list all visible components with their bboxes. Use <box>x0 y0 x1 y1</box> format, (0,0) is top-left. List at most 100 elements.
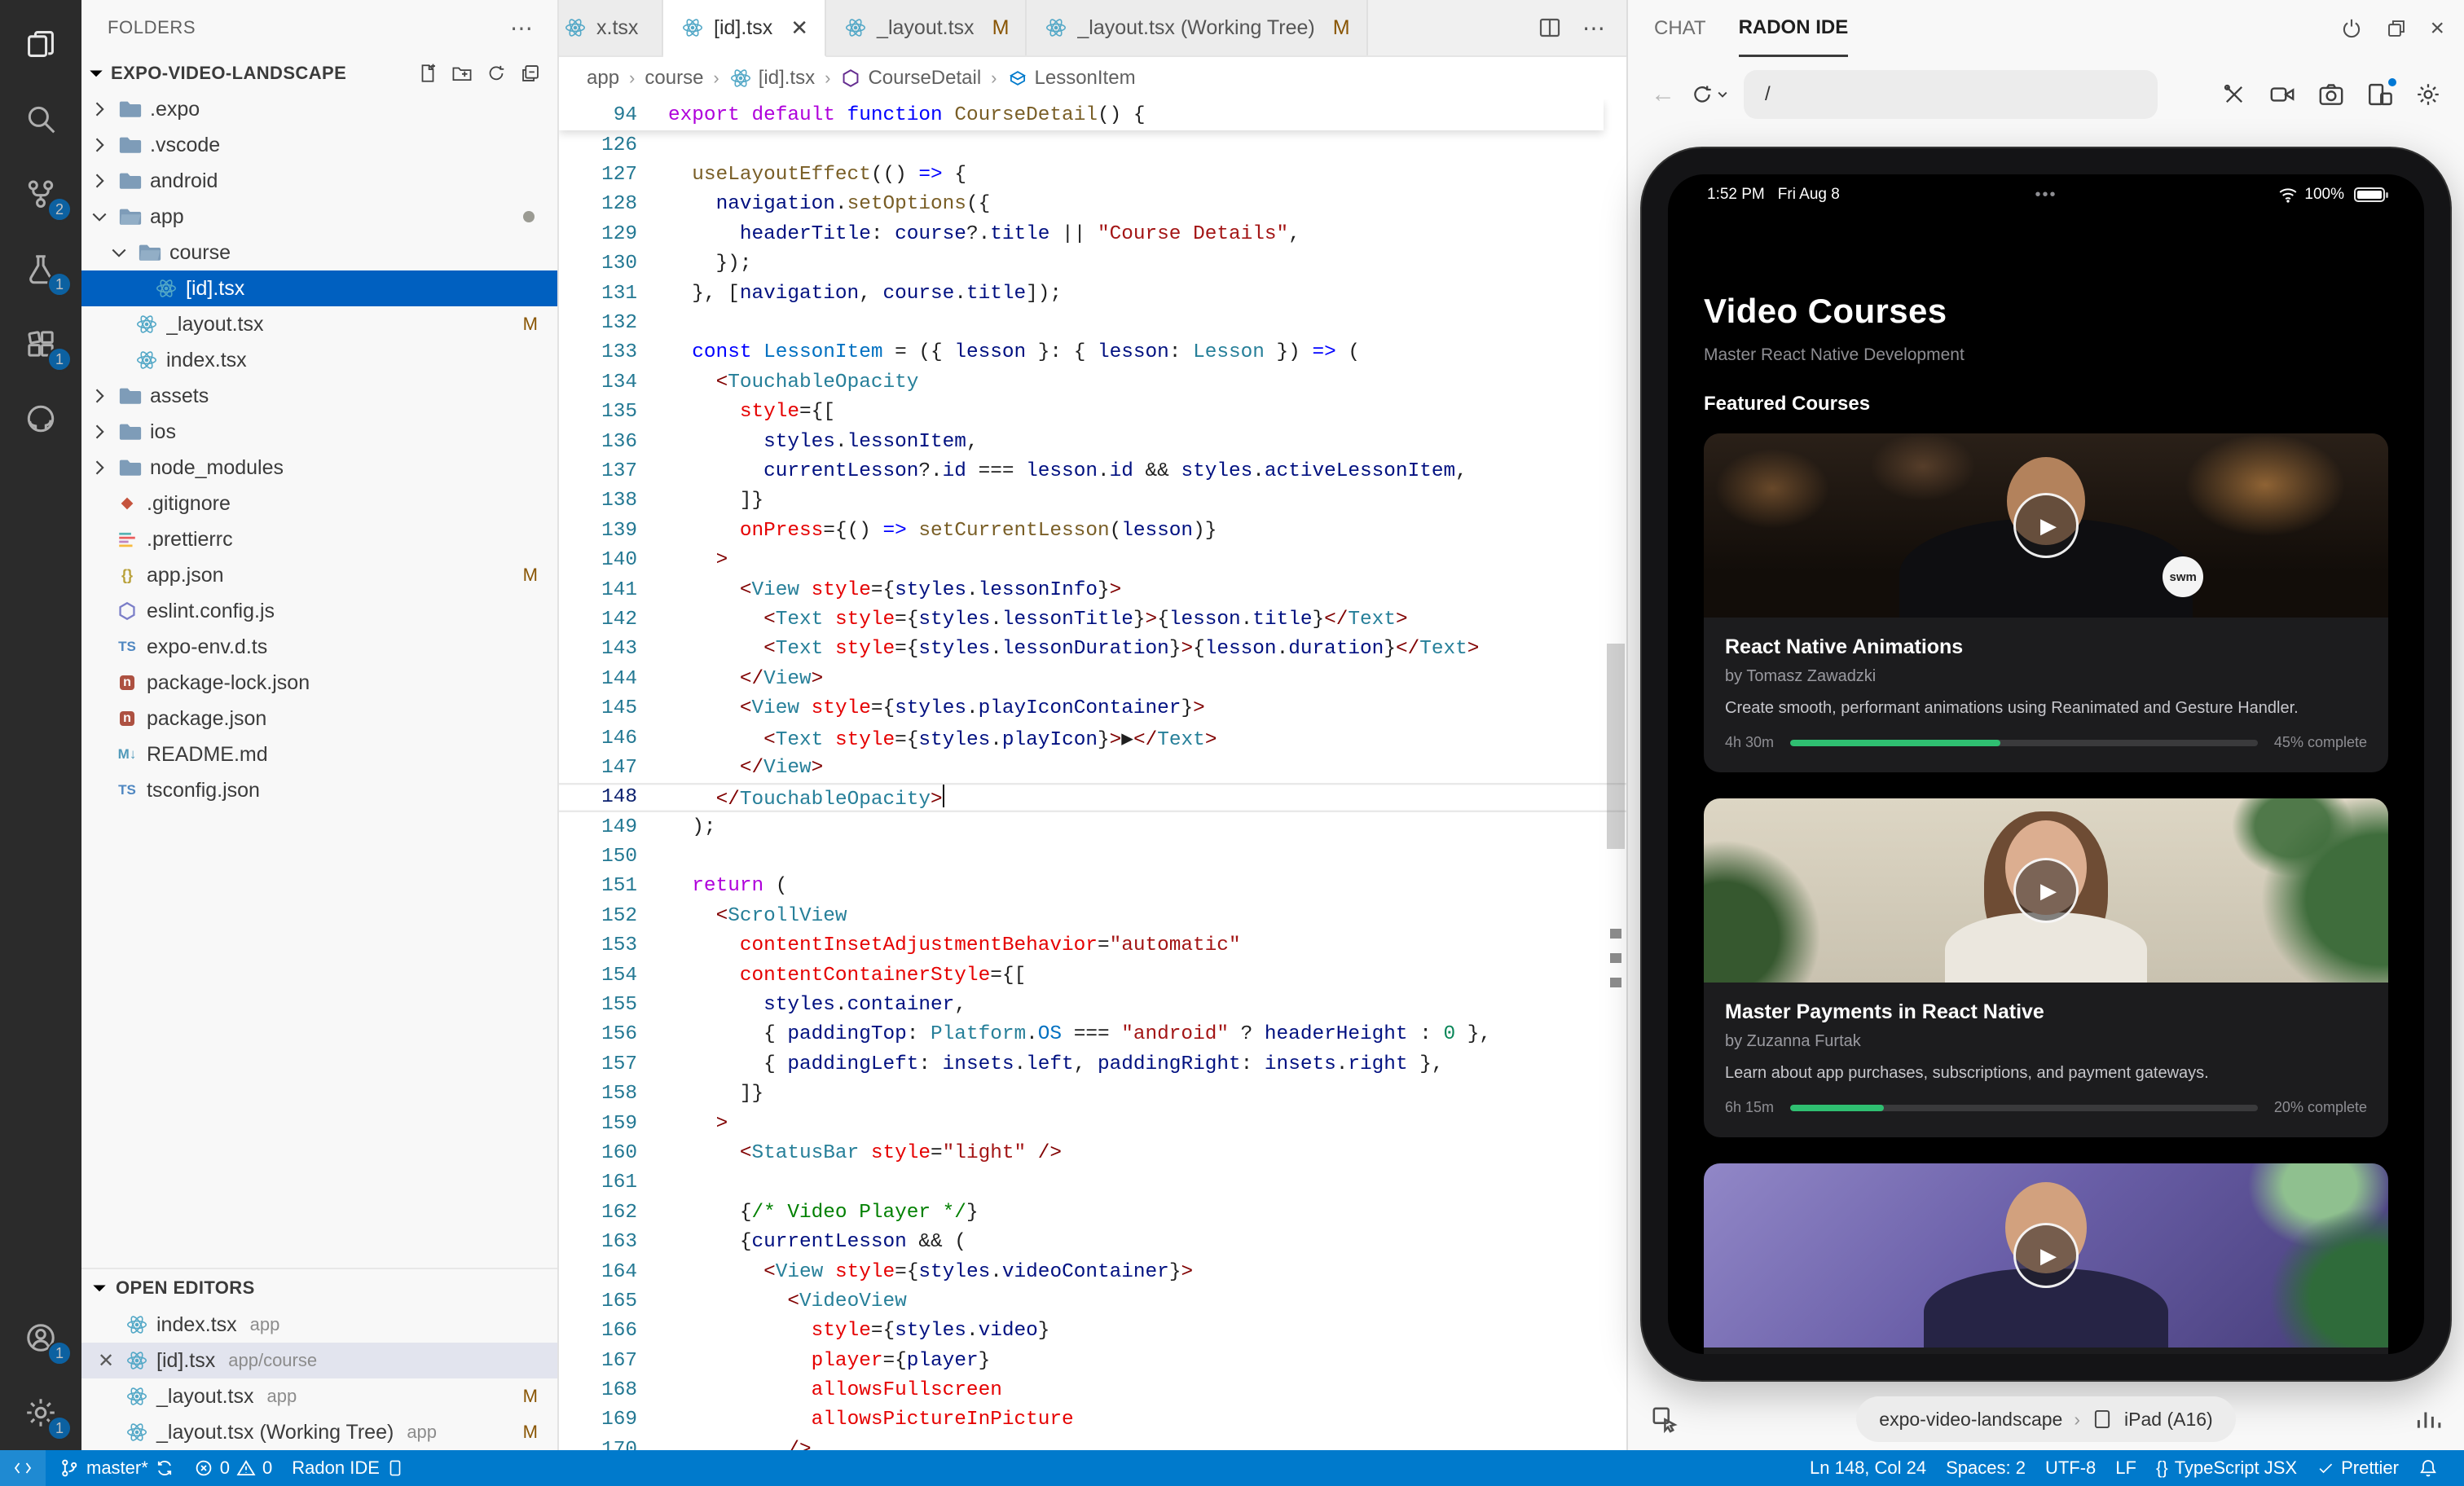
play-button-icon[interactable]: ▶ <box>2013 1223 2079 1288</box>
editor-tab[interactable]: x.tsx <box>559 0 663 55</box>
code-line[interactable]: 137 currentLesson?.id === lesson.id && s… <box>559 456 1626 486</box>
more-actions-icon[interactable]: ⋯ <box>510 15 535 42</box>
power-icon[interactable] <box>2340 17 2363 40</box>
radon-ide-status[interactable]: Radon IDE <box>282 1450 414 1486</box>
tab-chat[interactable]: CHAT <box>1654 0 1706 57</box>
status-item[interactable]: Spaces: 2 <box>1936 1457 2035 1479</box>
scrollbar-thumb[interactable] <box>1607 644 1625 849</box>
breadcrumb-item[interactable]: CourseDetail <box>840 67 981 90</box>
close-icon[interactable]: ✕ <box>95 1349 117 1373</box>
code-line[interactable]: 165 <VideoView <box>559 1286 1626 1316</box>
activity-github-icon[interactable] <box>0 381 81 456</box>
code-line[interactable]: 162 {/* Video Player */} <box>559 1198 1626 1227</box>
course-card[interactable]: ▶Performance Optimization in React Nativ… <box>1704 1163 2388 1354</box>
editor-scrollbar[interactable] <box>1604 99 1626 1450</box>
breadcrumb-item[interactable]: app <box>587 67 619 90</box>
split-editor-icon[interactable] <box>1537 15 1563 41</box>
activity-source-control-icon[interactable]: 2 <box>0 156 81 231</box>
record-video-icon[interactable] <box>2268 81 2296 108</box>
tab-radon-ide[interactable]: RADON IDE <box>1739 0 1849 57</box>
reload-button[interactable] <box>1690 82 1729 107</box>
tree-item[interactable]: .gitignore <box>81 486 557 521</box>
device-selector[interactable]: expo-video-landscape › iPad (A16) <box>1856 1396 2235 1442</box>
activity-settings-gear-icon[interactable]: 1 <box>0 1375 81 1450</box>
restore-icon[interactable] <box>2386 18 2407 39</box>
new-file-icon[interactable] <box>417 63 438 84</box>
tree-item[interactable]: eslint.config.js <box>81 593 557 629</box>
play-button-icon[interactable]: ▶ <box>2013 493 2079 558</box>
back-icon[interactable]: ← <box>1651 81 1675 108</box>
code-line[interactable]: 132 <box>559 308 1626 337</box>
status-item[interactable]: Ln 148, Col 24 <box>1800 1457 1936 1479</box>
code-line[interactable]: 167 player={player} <box>559 1346 1626 1375</box>
problems-status[interactable]: 0 0 <box>184 1450 283 1486</box>
editor-tab[interactable]: _layout.tsxM <box>826 0 1027 55</box>
settings-gear-icon[interactable] <box>2415 81 2441 108</box>
open-editor-item[interactable]: index.tsxapp <box>81 1307 557 1343</box>
code-line[interactable]: 156 { paddingTop: Platform.OS === "andro… <box>559 1020 1626 1049</box>
code-line[interactable]: 142 <Text style={styles.lessonTitle}>{le… <box>559 605 1626 634</box>
course-card[interactable]: ▶swmReact Native Animationsby Tomasz Zaw… <box>1704 433 2388 772</box>
tree-item[interactable]: android <box>81 163 557 199</box>
code-line[interactable]: 157 { paddingLeft: insets.left, paddingR… <box>559 1049 1626 1079</box>
status-item[interactable]: LF <box>2105 1457 2146 1479</box>
more-actions-icon[interactable]: ⋯ <box>1582 15 1607 42</box>
code-line[interactable]: 170 /> <box>559 1435 1626 1450</box>
code-line[interactable]: 146 <Text style={styles.playIcon}>▶</Tex… <box>559 723 1626 753</box>
device-screen[interactable]: 1:52 PM Fri Aug 8 ••• 100% Video Courses… <box>1668 174 2424 1354</box>
open-editor-item[interactable]: _layout.tsxappM <box>81 1378 557 1414</box>
url-bar[interactable]: / <box>1744 70 2158 119</box>
code-line[interactable]: 136 styles.lessonItem, <box>559 427 1626 456</box>
code-line[interactable]: 134 <TouchableOpacity <box>559 367 1626 397</box>
code-line[interactable]: 133 const LessonItem = ({ lesson }: { le… <box>559 338 1626 367</box>
code-line[interactable]: 153 contentInsetAdjustmentBehavior="auto… <box>559 931 1626 961</box>
code-line[interactable]: 150 <box>559 842 1626 871</box>
refresh-icon[interactable] <box>486 63 507 84</box>
tree-item[interactable]: course <box>81 235 557 270</box>
tree-item[interactable]: TStsconfig.json <box>81 772 557 808</box>
code-line[interactable]: 143 <Text style={styles.lessonDuration}>… <box>559 635 1626 664</box>
code-line[interactable]: 158 ]} <box>559 1079 1626 1109</box>
activity-search-icon[interactable] <box>0 81 81 156</box>
code-line[interactable]: 130 }); <box>559 249 1626 279</box>
tree-item[interactable]: ios <box>81 414 557 450</box>
sticky-scroll-line[interactable]: 94export default function CourseDetail()… <box>559 99 1604 130</box>
tree-item[interactable]: node_modules <box>81 450 557 486</box>
code-line[interactable]: 147 </View> <box>559 753 1626 782</box>
code-line[interactable]: 152 <ScrollView <box>559 901 1626 930</box>
tree-item[interactable]: .prettierrc <box>81 521 557 557</box>
code-line[interactable]: 149 ); <box>559 812 1626 842</box>
code-line[interactable]: 154 contentContainerStyle={[ <box>559 961 1626 990</box>
status-item[interactable]: Prettier <box>2307 1457 2409 1479</box>
code-line[interactable]: 138 ]} <box>559 486 1626 516</box>
editor-tab[interactable]: [id].tsx✕ <box>663 0 826 57</box>
breadcrumb-item[interactable]: [id].tsx <box>729 67 815 90</box>
code-line[interactable]: 144 </View> <box>559 664 1626 693</box>
tree-item[interactable]: npackage.json <box>81 701 557 736</box>
git-branch-status[interactable]: master* <box>49 1450 184 1486</box>
network-activity-icon[interactable] <box>2413 1405 2441 1433</box>
breadcrumb-item[interactable]: course <box>645 67 703 90</box>
activity-files-icon[interactable] <box>0 7 81 81</box>
code-line[interactable]: 164 <View style={styles.videoContainer}> <box>559 1257 1626 1286</box>
code-line[interactable]: 145 <View style={styles.playIconContaine… <box>559 693 1626 723</box>
code-line[interactable]: 160 <StatusBar style="light" /> <box>559 1138 1626 1167</box>
code-line[interactable]: 168 allowsFullscreen <box>559 1375 1626 1405</box>
code-line[interactable]: 127 useLayoutEffect(() => { <box>559 160 1626 189</box>
code-line[interactable]: 166 style={styles.video} <box>559 1317 1626 1346</box>
screenshot-icon[interactable] <box>2317 81 2345 108</box>
status-item[interactable]: UTF-8 <box>2035 1457 2105 1479</box>
open-editors-header[interactable]: OPEN EDITORS <box>81 1268 557 1307</box>
code-line[interactable]: 129 headerTitle: course?.title || "Cours… <box>559 219 1626 248</box>
code-editor[interactable]: 94export default function CourseDetail()… <box>559 99 1626 1450</box>
tree-item[interactable]: _layout.tsxM <box>81 306 557 342</box>
code-line[interactable]: 148 </TouchableOpacity> <box>559 783 1626 812</box>
bell-icon[interactable] <box>2409 1458 2448 1478</box>
status-item[interactable]: {}TypeScript JSX <box>2146 1457 2307 1479</box>
close-icon[interactable]: ✕ <box>790 15 808 41</box>
devices-icon[interactable] <box>2366 81 2394 108</box>
code-line[interactable]: 161 <box>559 1168 1626 1198</box>
code-line[interactable]: 169 allowsPictureInPicture <box>559 1405 1626 1435</box>
collapse-all-icon[interactable] <box>520 63 541 84</box>
ipad-simulator[interactable]: 1:52 PM Fri Aug 8 ••• 100% Video Courses… <box>1640 147 2452 1382</box>
